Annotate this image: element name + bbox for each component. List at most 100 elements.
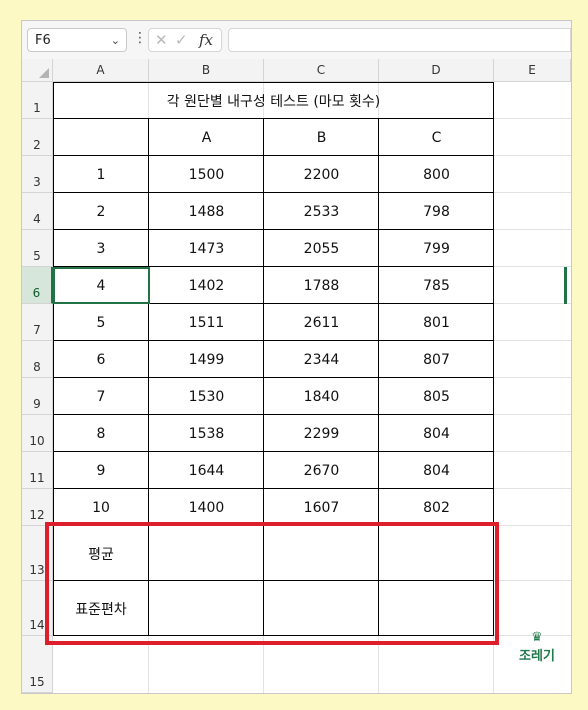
row-header-9[interactable]: 9 [22, 378, 53, 415]
table-cell[interactable]: 2299 [264, 415, 379, 452]
table-cell[interactable]: 799 [379, 230, 494, 267]
table-title[interactable]: 각 원단별 내구성 테스트 (마모 횟수) [53, 82, 494, 119]
row-header-6[interactable]: 6 [22, 267, 53, 304]
row-number: 1 [33, 101, 41, 115]
row-header-1[interactable]: 1 [22, 82, 53, 119]
table-cell[interactable]: 2670 [264, 452, 379, 489]
active-row-indicator [53, 267, 150, 304]
row-header-5[interactable]: 5 [22, 230, 53, 267]
table-border [53, 82, 494, 83]
table-cell[interactable]: 1499 [149, 341, 264, 378]
row-number: 11 [29, 471, 45, 485]
watermark-logo: ♛ 조레기 [515, 630, 559, 665]
cancel-icon[interactable]: ✕ [155, 29, 168, 51]
row-number: 8 [33, 360, 41, 374]
row-number: 6 [32, 286, 41, 300]
column-header-d[interactable]: D [379, 59, 494, 82]
chevron-down-icon[interactable]: ⌄ [111, 29, 120, 53]
header-cell[interactable]: C [379, 119, 494, 156]
table-border [53, 340, 494, 341]
row-number: 12 [29, 508, 45, 522]
table-cell[interactable]: 1400 [149, 489, 264, 526]
table-cell[interactable]: 7 [53, 378, 149, 415]
row-header-10[interactable]: 10 [22, 415, 53, 452]
name-box-value: F6 [35, 33, 51, 48]
column-header-a[interactable]: A [53, 59, 149, 82]
table-cell[interactable]: 804 [379, 415, 494, 452]
column-header-b[interactable]: B [149, 59, 264, 82]
row-number: 5 [33, 249, 41, 263]
table-cell[interactable]: 1511 [149, 304, 264, 341]
table-cell[interactable]: 2 [53, 193, 149, 230]
row-number: 15 [29, 675, 45, 689]
name-box[interactable]: F6 ⌄ [27, 28, 127, 52]
row-number: 3 [33, 175, 41, 189]
table-border [53, 118, 494, 119]
table-cell[interactable]: 798 [379, 193, 494, 230]
table-cell[interactable]: 9 [53, 452, 149, 489]
table-cell[interactable]: 2533 [264, 193, 379, 230]
table-cell[interactable]: 2055 [264, 230, 379, 267]
row-number: 7 [33, 323, 41, 337]
row-header-2[interactable]: 2 [22, 119, 53, 156]
table-border [53, 451, 494, 452]
row-header-4[interactable]: 4 [22, 193, 53, 230]
formula-input[interactable] [228, 28, 571, 52]
table-border [53, 192, 494, 193]
table-cell[interactable]: 1402 [149, 267, 264, 304]
table-cell[interactable]: 1788 [264, 267, 379, 304]
row-header-11[interactable]: 11 [22, 452, 53, 489]
row-header-8[interactable]: 8 [22, 341, 53, 378]
table-cell[interactable]: 804 [379, 452, 494, 489]
row-header-3[interactable]: 3 [22, 156, 53, 193]
table-cell[interactable]: 1644 [149, 452, 264, 489]
row-number: 2 [33, 138, 41, 152]
select-all-corner[interactable] [22, 59, 53, 82]
table-cell[interactable]: 1538 [149, 415, 264, 452]
row-number: 9 [33, 397, 41, 411]
crown-icon: ♛ [531, 630, 543, 645]
table-cell[interactable]: 1473 [149, 230, 264, 267]
watermark-text: 조레기 [519, 649, 555, 664]
table-cell[interactable]: 3 [53, 230, 149, 267]
header-cell[interactable]: B [264, 119, 379, 156]
table-cell[interactable]: 805 [379, 378, 494, 415]
table-cell[interactable]: 800 [379, 156, 494, 193]
table-border [53, 414, 494, 415]
table-cell[interactable]: 1 [53, 156, 149, 193]
row-header-7[interactable]: 7 [22, 304, 53, 341]
table-border [53, 488, 494, 489]
header-cell[interactable] [53, 119, 149, 156]
highlight-box [45, 522, 499, 645]
table-cell[interactable]: 1500 [149, 156, 264, 193]
row-number: 10 [29, 434, 45, 448]
table-cell[interactable]: 10 [53, 489, 149, 526]
table-border [53, 155, 494, 156]
column-header-e[interactable]: E [494, 59, 571, 82]
table-cell[interactable]: 801 [379, 304, 494, 341]
table-cell[interactable]: 2611 [264, 304, 379, 341]
table-cell[interactable]: 1488 [149, 193, 264, 230]
table-cell[interactable]: 2200 [264, 156, 379, 193]
table-border [53, 229, 494, 230]
header-cell[interactable]: A [149, 119, 264, 156]
table-cell[interactable]: 1530 [149, 378, 264, 415]
insert-function-icon[interactable]: fx [199, 29, 213, 51]
table-cell[interactable]: 785 [379, 267, 494, 304]
table-cell[interactable]: 1607 [264, 489, 379, 526]
table-cell[interactable]: 8 [53, 415, 149, 452]
row-number: 4 [33, 212, 41, 226]
table-cell[interactable]: 5 [53, 304, 149, 341]
selected-cell-edge [564, 267, 567, 304]
column-header-c[interactable]: C [264, 59, 379, 82]
table-cell[interactable]: 2344 [264, 341, 379, 378]
enter-icon[interactable]: ✓ [175, 29, 188, 51]
table-cell[interactable]: 6 [53, 341, 149, 378]
table-border [53, 377, 494, 378]
formula-actions: ✕ ✓ fx [148, 28, 222, 52]
more-options-icon[interactable]: ⋮ [133, 30, 147, 46]
table-cell[interactable]: 802 [379, 489, 494, 526]
row-header-12[interactable]: 12 [22, 489, 53, 526]
table-cell[interactable]: 1840 [264, 378, 379, 415]
table-cell[interactable]: 807 [379, 341, 494, 378]
